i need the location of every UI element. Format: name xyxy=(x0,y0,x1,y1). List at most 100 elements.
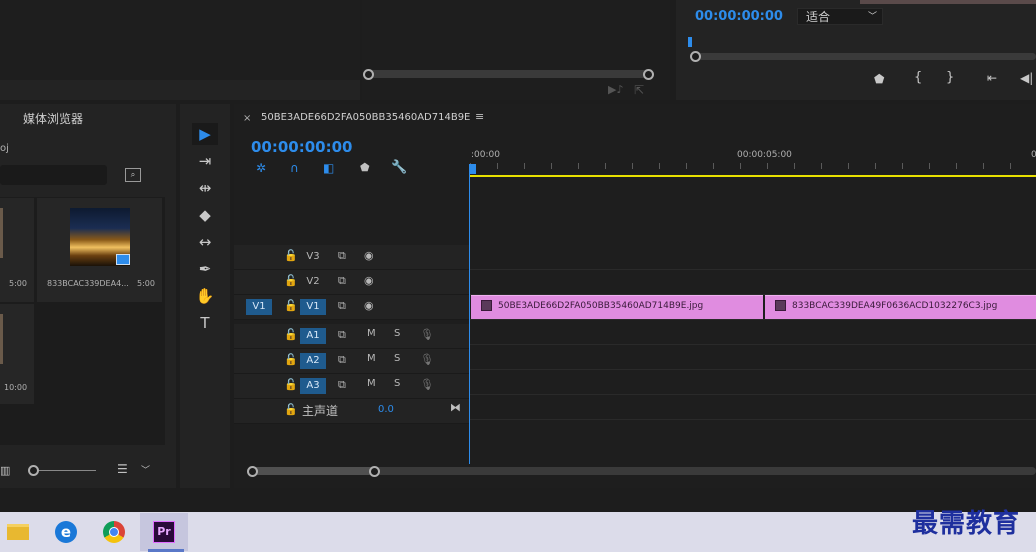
source-patch-v1[interactable]: V1 xyxy=(246,299,272,315)
list-view-icon[interactable]: ▥ xyxy=(0,464,10,477)
duration-2: 5:00 xyxy=(137,279,155,288)
go-to-end-icon[interactable]: ⧓ xyxy=(450,401,461,414)
sync-lock-icon[interactable]: ⧉ xyxy=(338,378,346,392)
lock-icon[interactable]: 🔓 xyxy=(284,328,298,341)
insert-icon[interactable]: ⇱ xyxy=(634,83,644,97)
lock-icon[interactable]: 🔓 xyxy=(284,378,298,391)
export-frame-icon[interactable]: ▶♪ xyxy=(608,83,623,96)
clip[interactable]: 50BE3ADE66D2FA050BB35460AD714B9E.jpg xyxy=(471,295,763,319)
panel-menu-icon[interactable]: ≡ xyxy=(475,110,484,123)
eye-icon[interactable]: ◉ xyxy=(364,299,374,312)
track-area-upper xyxy=(234,178,1036,244)
wrench-icon[interactable]: 🔧 xyxy=(391,160,407,175)
solo-button[interactable]: S xyxy=(394,353,400,364)
eye-icon[interactable]: ◉ xyxy=(364,274,374,287)
microphone-icon[interactable]: 🎙 xyxy=(420,328,434,341)
sync-lock-icon[interactable]: ⧉ xyxy=(338,249,346,263)
program-timeline-bar[interactable] xyxy=(695,53,1036,60)
add-marker-icon[interactable]: ◧ xyxy=(323,161,334,175)
lock-icon[interactable]: 🔓 xyxy=(284,274,298,287)
track-select-tool-icon[interactable]: ⇥ xyxy=(192,150,218,172)
program-playhead-marker[interactable] xyxy=(688,37,692,47)
mark-out-icon[interactable]: } xyxy=(946,70,954,85)
scrollbar-left-handle[interactable] xyxy=(363,69,374,80)
pen-tool-icon[interactable]: ✒ xyxy=(192,258,218,280)
track-label-v3[interactable]: V3 xyxy=(300,249,326,265)
track-a2-header: 🔓 A2 ⧉ M S 🎙 xyxy=(234,349,470,374)
lock-icon[interactable]: 🔓 xyxy=(284,249,298,262)
mute-button[interactable]: M xyxy=(367,328,376,339)
scrollbar-right-handle[interactable] xyxy=(643,69,654,80)
snap-icon[interactable]: ✲ xyxy=(256,161,266,175)
eye-icon[interactable]: ◉ xyxy=(364,249,374,262)
razor-tool-icon[interactable]: ◆ xyxy=(192,204,218,226)
mute-button[interactable]: M xyxy=(367,378,376,389)
track-label-v2[interactable]: V2 xyxy=(300,274,326,290)
edge-icon[interactable]: e xyxy=(48,513,84,551)
media-browser-title[interactable]: 媒体浏览器 xyxy=(23,110,83,127)
source-monitor-scrollbar[interactable] xyxy=(368,70,648,78)
lock-icon[interactable]: 🔓 xyxy=(284,353,298,366)
program-timecode[interactable]: 00:00:00:00 xyxy=(695,9,783,24)
sync-lock-icon[interactable]: ⧉ xyxy=(338,353,346,367)
track-label-a1[interactable]: A1 xyxy=(300,328,326,344)
sort-icon[interactable]: ☰ xyxy=(117,462,128,476)
playhead-head[interactable] xyxy=(469,164,476,174)
scrollbar-right-handle[interactable] xyxy=(369,466,380,477)
solo-button[interactable]: S xyxy=(394,328,400,339)
playhead-line[interactable] xyxy=(469,164,470,464)
marker-icon[interactable]: ⬟ xyxy=(360,161,370,174)
mark-in-icon[interactable]: { xyxy=(914,70,922,85)
chevron-down-icon[interactable]: ﹀ xyxy=(141,463,150,476)
file-explorer-icon[interactable] xyxy=(0,513,36,551)
track-label-a3[interactable]: A3 xyxy=(300,378,326,394)
clip[interactable]: 833BCAC339DEA49F0636ACD1032276C3.jpg xyxy=(765,295,1036,319)
search-icon[interactable]: ⌕ xyxy=(125,168,141,182)
fit-select[interactable]: 适合 ﹀ xyxy=(797,8,883,25)
media-search-input[interactable] xyxy=(0,165,107,185)
type-tool-icon[interactable]: T xyxy=(192,312,218,334)
sequence-tab[interactable]: 50BE3ADE66D2FA050BB35460AD714B9E xyxy=(261,112,470,123)
project-label: oj xyxy=(0,143,9,154)
solo-button[interactable]: S xyxy=(394,378,400,389)
thumbnail-1 xyxy=(0,208,3,258)
premiere-taskbar-button[interactable]: Pr xyxy=(140,513,188,551)
mute-button[interactable]: M xyxy=(367,353,376,364)
track-v2-header: 🔓 V2 ⧉ ◉ xyxy=(234,270,470,295)
step-back-icon[interactable]: ◀| xyxy=(1020,71,1033,85)
ruler-ticks xyxy=(470,163,1036,169)
close-icon[interactable]: × xyxy=(243,113,251,124)
media-item-3[interactable]: 10:00 xyxy=(0,304,34,404)
timeline-timecode[interactable]: 00:00:00:00 xyxy=(251,138,353,156)
selection-tool-icon[interactable]: ▶ xyxy=(192,123,218,145)
timeline-scrollbar-thumb[interactable] xyxy=(252,467,374,475)
media-item-1[interactable]: 5:00 xyxy=(0,198,34,302)
master-volume-value[interactable]: 0.0 xyxy=(378,404,394,415)
go-to-in-icon[interactable]: ⇤ xyxy=(987,71,997,85)
ruler-label-5s: 00:00:05:00 xyxy=(737,150,792,160)
track-label-a2[interactable]: A2 xyxy=(300,353,326,369)
lock-icon[interactable]: 🔓 xyxy=(284,299,298,312)
sync-lock-icon[interactable]: ⧉ xyxy=(338,274,346,288)
hand-tool-icon[interactable]: ✋ xyxy=(192,285,218,307)
zoom-slider-handle[interactable] xyxy=(28,465,39,476)
source-monitor-panel xyxy=(0,0,360,80)
source-monitor-right xyxy=(362,0,670,100)
program-zoom-handle[interactable] xyxy=(690,51,701,62)
microphone-icon[interactable]: 🎙 xyxy=(420,353,434,366)
media-item-2[interactable]: 833BCAC339DEA4... 5:00 xyxy=(37,198,162,302)
sync-lock-icon[interactable]: ⧉ xyxy=(338,328,346,342)
scrollbar-left-handle[interactable] xyxy=(247,466,258,477)
linked-selection-icon[interactable]: ∩ xyxy=(290,161,299,175)
chrome-icon[interactable] xyxy=(96,513,132,551)
lock-icon[interactable]: 🔓 xyxy=(284,403,298,416)
microphone-icon[interactable]: 🎙 xyxy=(420,378,434,391)
work-area-bar[interactable] xyxy=(470,175,1036,177)
marker-icon[interactable]: ⬟ xyxy=(874,72,884,86)
track-label-v1[interactable]: V1 xyxy=(300,299,326,315)
slip-tool-icon[interactable]: ↔ xyxy=(192,231,218,253)
track-a3-header: 🔓 A3 ⧉ M S 🎙 xyxy=(234,374,470,399)
ripple-edit-tool-icon[interactable]: ⇹ xyxy=(192,177,218,199)
zoom-slider[interactable] xyxy=(34,470,96,471)
sync-lock-icon[interactable]: ⧉ xyxy=(338,299,346,313)
